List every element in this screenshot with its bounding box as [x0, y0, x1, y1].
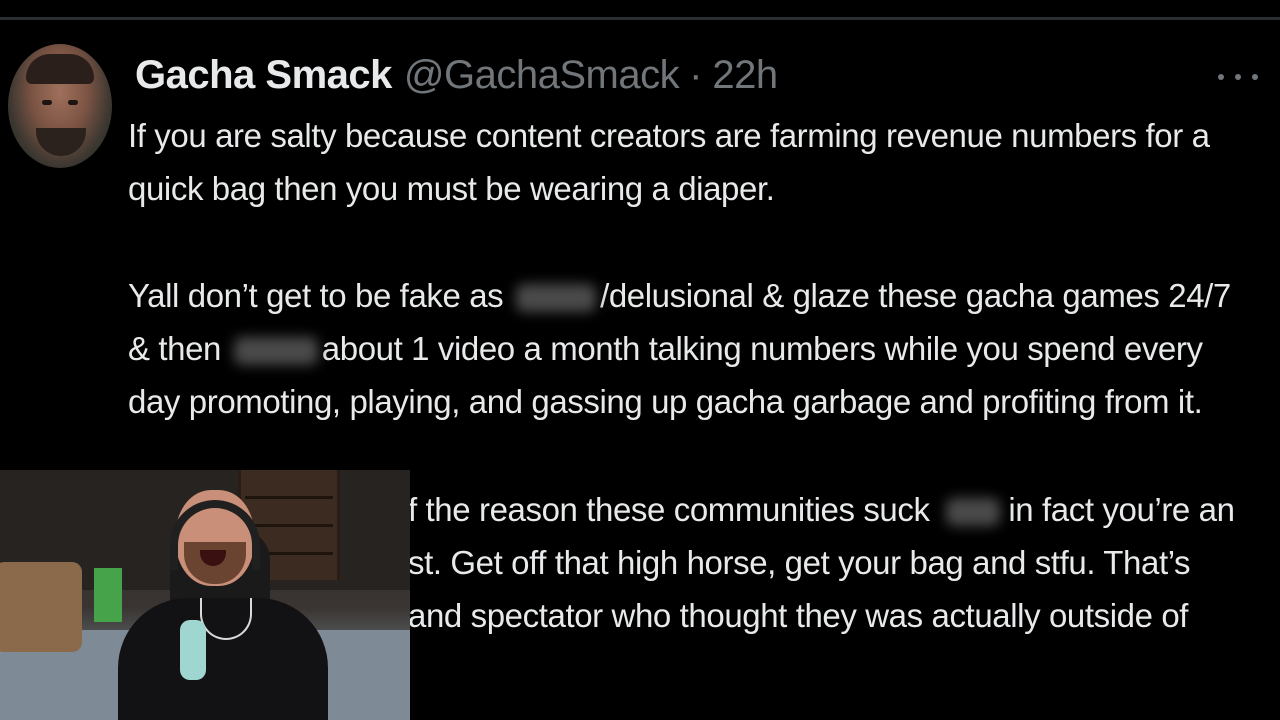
more-options-button[interactable] [1218, 62, 1258, 92]
tweet-text-line: Yall don’t get to be fake as /delusional… [128, 276, 1231, 316]
tweet-text-line: st. Get off that high horse, get your ba… [408, 544, 1191, 581]
text-segment: /delusional & glaze these gacha games 24… [600, 277, 1231, 314]
tweet-text-line: f the reason these communities suck in f… [408, 490, 1235, 530]
shelf-row [245, 496, 333, 499]
shelf-row [245, 524, 333, 527]
censored-word [946, 498, 1001, 527]
censored-word [233, 337, 318, 366]
tweet-text-line: day promoting, playing, and gassing up g… [128, 383, 1203, 420]
microphone-icon [180, 620, 206, 680]
text-segment: f the reason these communities suck [408, 491, 930, 528]
separator-dot: · [689, 52, 703, 97]
tweet-header: Gacha Smack @GachaSmack · 22h [135, 50, 778, 100]
text-segment: about 1 video a month talking numbers wh… [321, 330, 1203, 367]
avatar-hair [26, 54, 94, 84]
tweet-text-line: quick bag then you must be wearing a dia… [128, 170, 775, 207]
creeper-figure [94, 568, 122, 622]
display-name[interactable]: Gacha Smack [135, 53, 392, 98]
text-segment: & then [128, 330, 222, 367]
tweet-text-line: and spectator who thought they was actua… [408, 597, 1189, 634]
top-divider [0, 17, 1280, 20]
avatar[interactable] [8, 44, 112, 168]
avatar-eye-left [42, 100, 52, 105]
tweet-text-line: If you are salty because content creator… [128, 117, 1210, 154]
text-segment: in fact you’re an [1008, 491, 1235, 528]
timestamp[interactable]: 22h [712, 53, 778, 98]
webcam-overlay [0, 470, 410, 720]
text-segment: Yall don’t get to be fake as [128, 277, 504, 314]
censored-word [516, 284, 597, 313]
more-horizontal-icon-dot [1235, 74, 1241, 80]
avatar-beard [36, 128, 86, 156]
user-handle[interactable]: @GachaSmack [404, 53, 680, 98]
webcam-couch [0, 562, 82, 652]
avatar-eye-right [68, 100, 78, 105]
more-horizontal-icon-dot [1252, 74, 1258, 80]
more-horizontal-icon-dot [1218, 74, 1224, 80]
tweet-text-line: & then about 1 video a month talking num… [128, 329, 1203, 369]
